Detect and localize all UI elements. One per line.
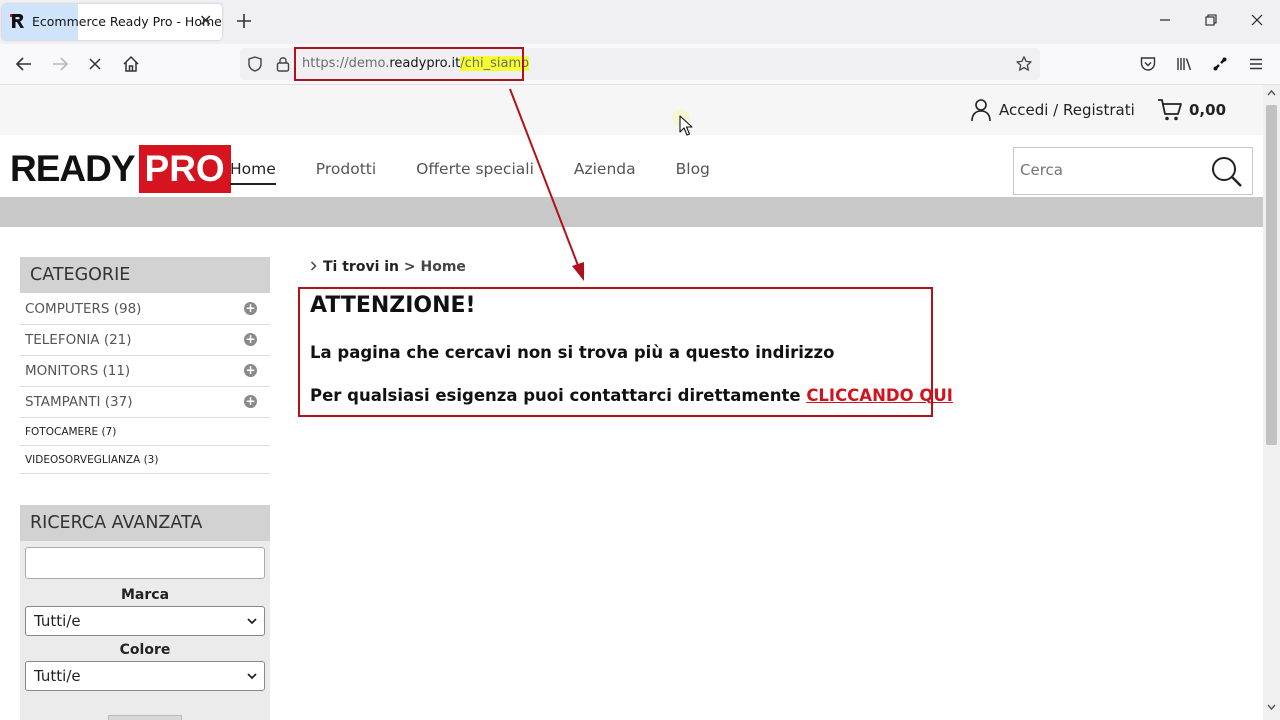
breadcrumb: Ti trovi in > Home xyxy=(310,259,466,275)
pocket-icon[interactable] xyxy=(1139,55,1157,73)
site-header: READY PRO Home Prodotti Offerte speciali… xyxy=(0,135,1263,197)
categories-heading: CATEGORIE xyxy=(20,257,270,293)
logo-pro-text: PRO xyxy=(138,145,231,193)
chevron-down-icon xyxy=(247,618,257,625)
home-icon[interactable] xyxy=(122,55,140,73)
browser-tab[interactable]: Ecommerce Ready Pro - Home ✕ xyxy=(2,4,222,40)
tracking-shield-icon[interactable] xyxy=(246,55,264,73)
breadcrumb-prefix: Ti trovi in xyxy=(323,259,400,275)
forward-icon[interactable] xyxy=(50,55,70,73)
category-label: VIDEOSORVEGLIANZA (3) xyxy=(25,454,159,466)
site-top-bar: Accedi / Registrati 0,00 xyxy=(0,85,1263,135)
category-item[interactable]: COMPUTERS (98) + xyxy=(20,294,270,325)
bookmark-star-icon[interactable] xyxy=(1015,55,1033,73)
chevron-right-icon xyxy=(310,259,317,275)
restore-icon[interactable] xyxy=(1204,13,1218,27)
nav-blog[interactable]: Blog xyxy=(676,159,710,185)
tab-close-icon[interactable]: ✕ xyxy=(199,12,212,30)
color-label: Colore xyxy=(119,642,171,658)
account-link[interactable]: Accedi / Registrati xyxy=(970,98,1135,122)
scroll-down-icon[interactable] xyxy=(1267,703,1276,711)
alert-contact-line: Per qualsiasi esigenza puoi contattarci … xyxy=(310,386,953,405)
expand-plus-icon[interactable]: + xyxy=(244,333,257,346)
browser-tab-strip: Ecommerce Ready Pro - Home ✕ xyxy=(0,0,1280,44)
scroll-up-icon[interactable] xyxy=(1267,89,1276,97)
library-icon[interactable] xyxy=(1175,55,1193,73)
category-label: STAMPANTI (37) xyxy=(25,394,133,410)
main-nav: Home Prodotti Offerte speciali Azienda B… xyxy=(230,159,750,185)
advanced-search-button[interactable] xyxy=(108,715,182,720)
category-list: COMPUTERS (98) + TELEFONIA (21) + MONITO… xyxy=(20,294,270,474)
category-label: COMPUTERS (98) xyxy=(25,301,142,317)
logo-ready-text: READY xyxy=(10,148,136,189)
nav-home[interactable]: Home xyxy=(230,159,276,185)
breadcrumb-current[interactable]: Home xyxy=(421,259,466,275)
site-logo[interactable]: READY PRO xyxy=(10,145,231,193)
alert-title: ATTENZIONE! xyxy=(310,293,476,318)
cart-link[interactable]: 0,00 xyxy=(1157,98,1226,122)
advanced-search-input[interactable] xyxy=(25,547,265,579)
category-label: TELEFONIA (21) xyxy=(25,332,132,348)
back-icon[interactable] xyxy=(14,55,34,73)
extensions-icon[interactable] xyxy=(1211,55,1229,73)
search-input[interactable] xyxy=(1018,160,1202,180)
alert-contact-text: Per qualsiasi esigenza puoi contattarci … xyxy=(310,386,801,405)
scrollbar-thumb[interactable] xyxy=(1266,105,1277,445)
color-select[interactable]: Tutti/e xyxy=(25,661,265,691)
cart-icon xyxy=(1158,99,1182,121)
contact-link[interactable]: CLICCANDO QUI xyxy=(806,386,953,405)
category-label: FOTOCAMERE (7) xyxy=(25,426,117,438)
mouse-cursor-icon xyxy=(670,108,700,140)
site-favicon-icon xyxy=(10,13,26,29)
category-item[interactable]: VIDEOSORVEGLIANZA (3) xyxy=(20,446,270,474)
category-item[interactable]: TELEFONIA (21) + xyxy=(20,325,270,356)
close-window-icon[interactable] xyxy=(1250,13,1264,27)
advanced-search-heading: RICERCA AVANZATA xyxy=(20,505,270,541)
url-annotation-box xyxy=(294,47,524,81)
color-select-value: Tutti/e xyxy=(34,667,81,685)
chevron-down-icon xyxy=(247,673,257,680)
site-search xyxy=(1013,147,1253,195)
brand-select[interactable]: Tutti/e xyxy=(25,606,265,636)
nav-offerte-speciali[interactable]: Offerte speciali xyxy=(416,159,534,185)
page-scrollbar[interactable] xyxy=(1263,85,1280,720)
search-icon[interactable] xyxy=(1210,155,1244,189)
tab-title: Ecommerce Ready Pro - Home xyxy=(32,14,222,29)
brand-label: Marca xyxy=(120,587,170,603)
expand-plus-icon[interactable]: + xyxy=(244,302,257,315)
user-icon xyxy=(971,99,991,122)
stop-loading-icon[interactable] xyxy=(86,55,104,73)
lock-icon[interactable] xyxy=(275,55,291,73)
header-grey-band xyxy=(0,197,1263,227)
minimize-icon[interactable] xyxy=(1158,13,1172,27)
category-item[interactable]: STAMPANTI (37) + xyxy=(20,387,270,418)
account-label: Accedi / Registrati xyxy=(999,101,1135,119)
new-tab-icon[interactable] xyxy=(234,11,254,31)
alert-message: La pagina che cercavi non si trova più a… xyxy=(310,343,835,362)
breadcrumb-separator: > xyxy=(403,259,416,275)
cart-total: 0,00 xyxy=(1189,101,1227,119)
nav-prodotti[interactable]: Prodotti xyxy=(316,159,376,185)
menu-icon[interactable] xyxy=(1247,55,1265,73)
category-label: MONITORS (11) xyxy=(25,363,131,379)
category-item[interactable]: MONITORS (11) + xyxy=(20,356,270,387)
browser-toolbar: https://demo.readypro.it/chi_siamo xyxy=(0,44,1280,85)
nav-azienda[interactable]: Azienda xyxy=(574,159,636,185)
advanced-search-panel: Marca Tutti/e Colore Tutti/e xyxy=(20,541,270,720)
expand-plus-icon[interactable]: + xyxy=(244,395,257,408)
category-item[interactable]: FOTOCAMERE (7) xyxy=(20,418,270,446)
expand-plus-icon[interactable]: + xyxy=(244,364,257,377)
page-moved-alert: ATTENZIONE! La pagina che cercavi non si… xyxy=(298,287,953,417)
brand-select-value: Tutti/e xyxy=(34,612,81,630)
